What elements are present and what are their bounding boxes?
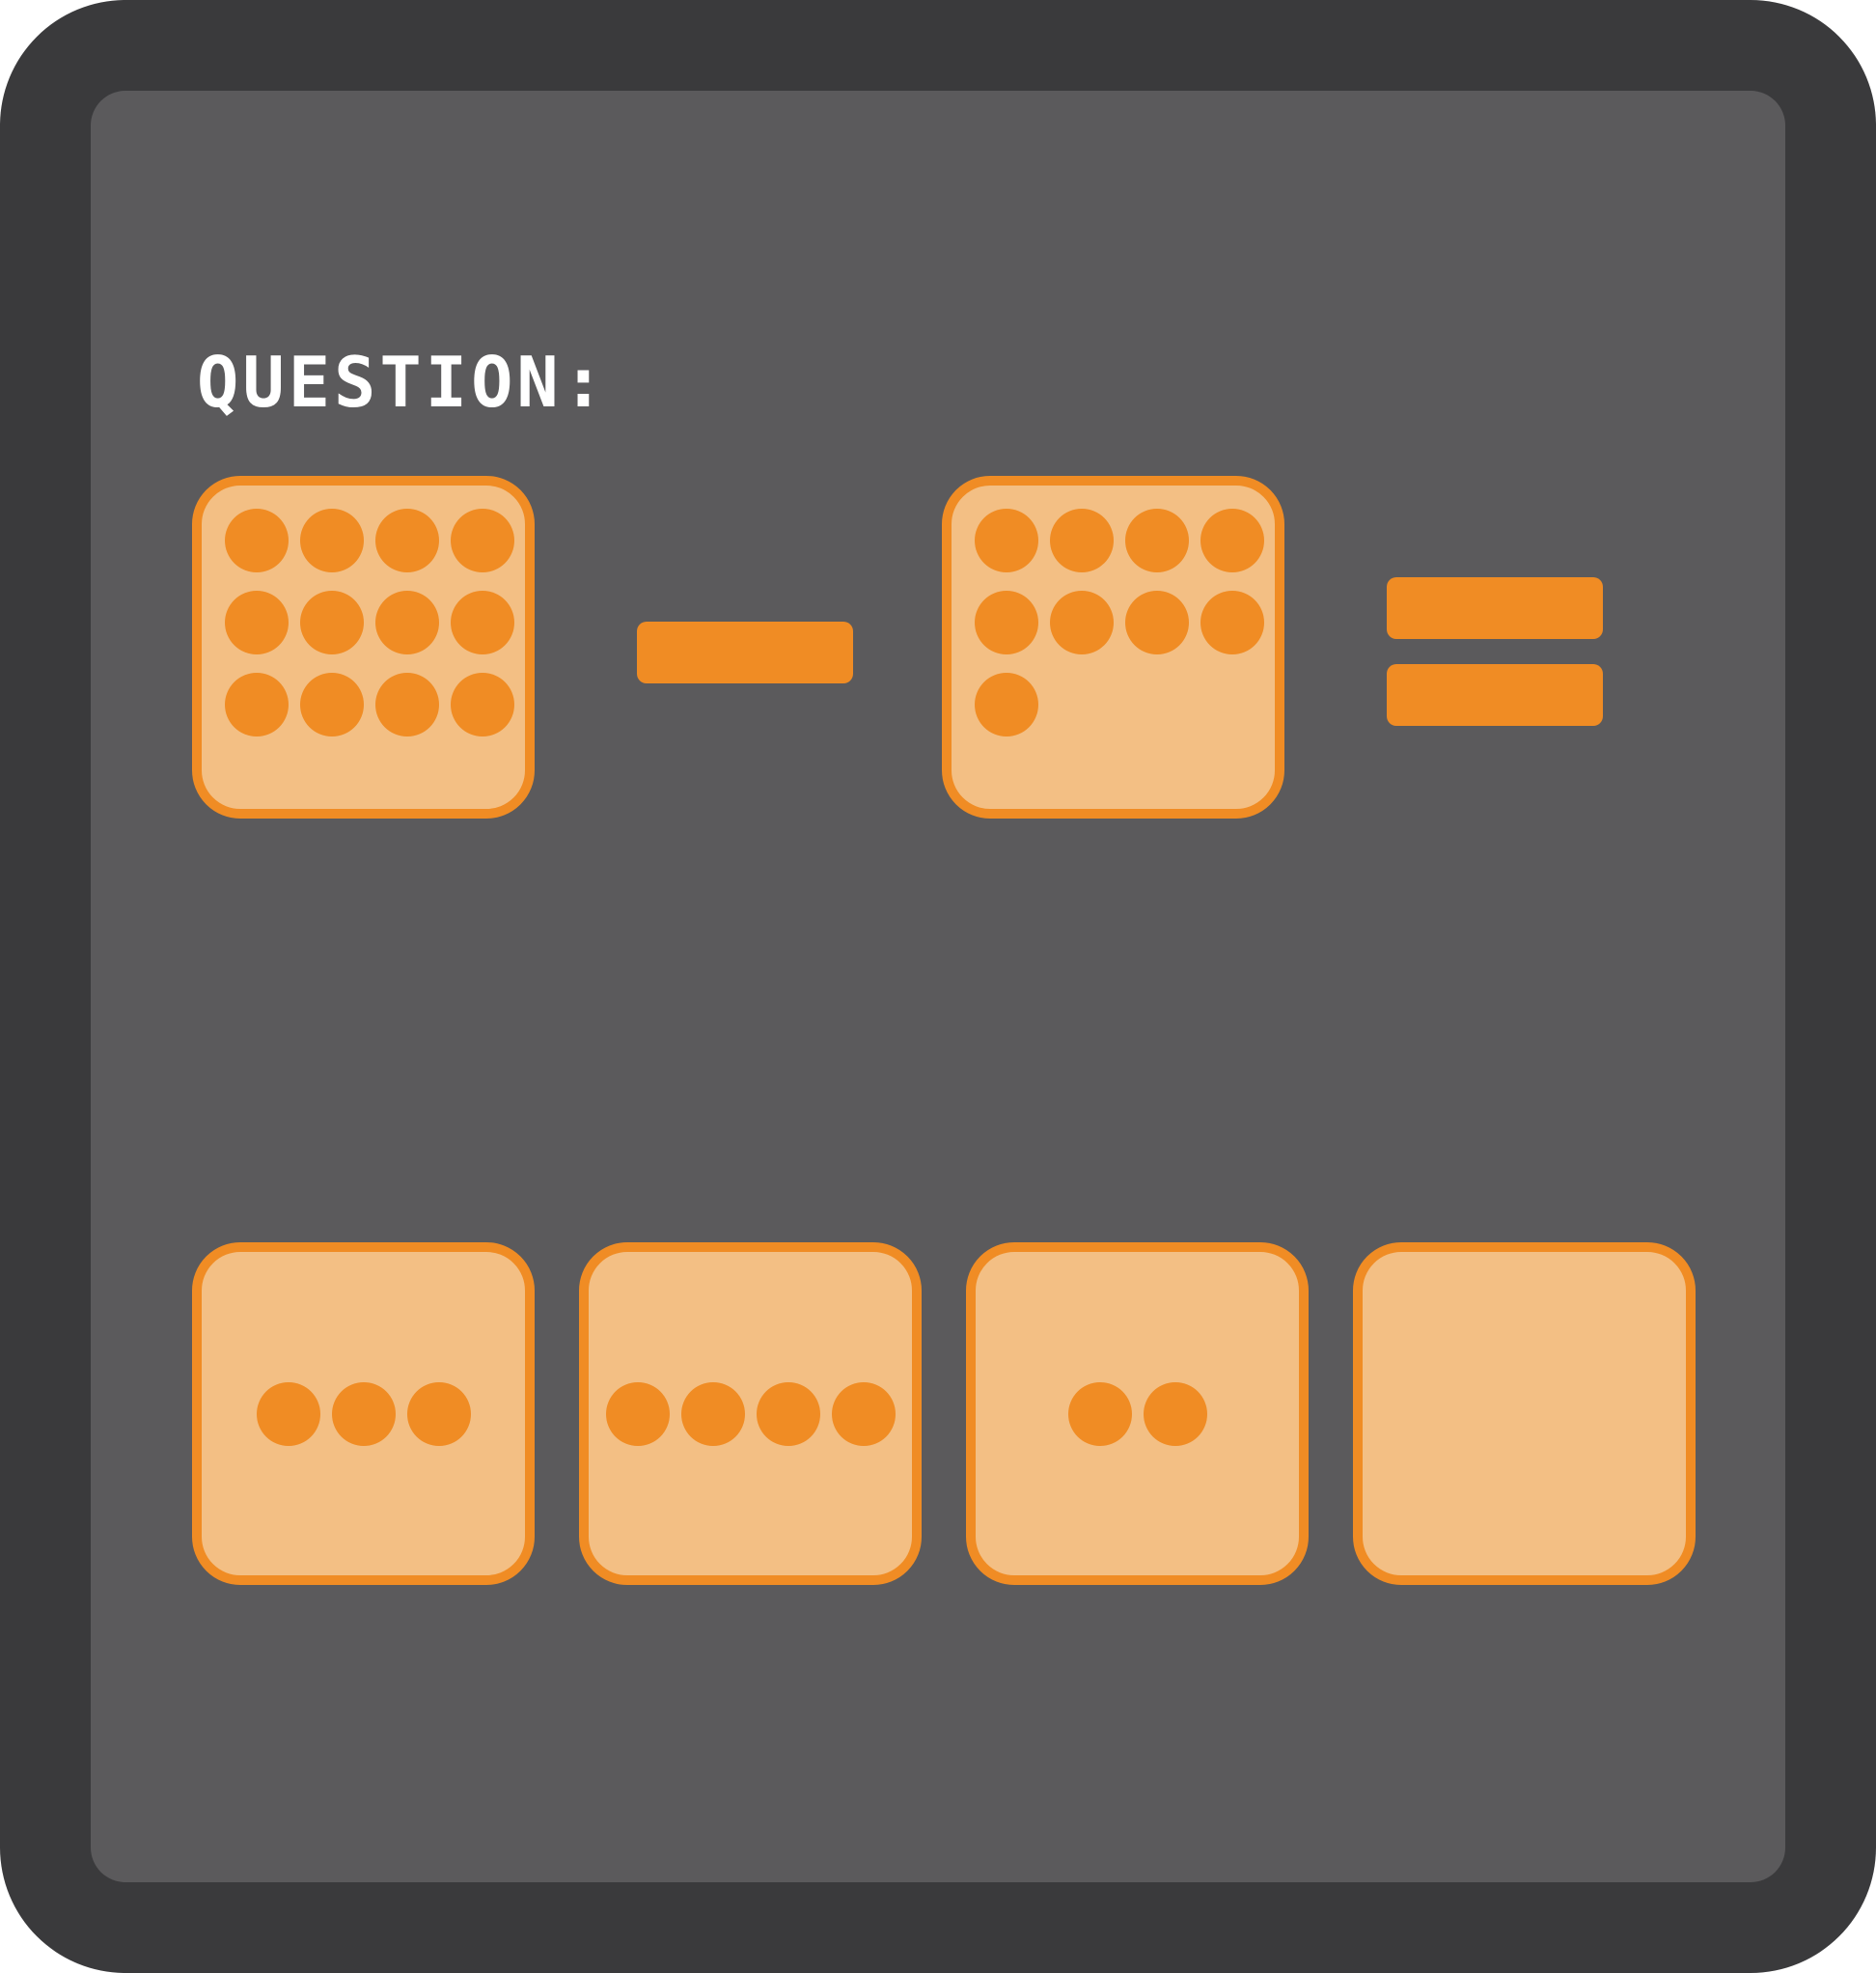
minus-sign [637,622,853,683]
subtrahend-dot [1125,509,1189,572]
option-dot [1143,1381,1207,1446]
option-dot [756,1381,820,1446]
minuend-dot [451,509,514,572]
question-title: QUESTION: [197,342,609,423]
minuend-dot [451,591,514,654]
minuend-dot [225,509,289,572]
subtrahend-dot [1200,509,1264,572]
subtrahend-dot [975,509,1038,572]
answer-option-2[interactable] [579,1242,922,1585]
subtrahend-dot [1050,591,1114,654]
equals-sign-bottom-bar [1387,664,1603,726]
minuend-dot [300,673,364,736]
option-dot [331,1381,396,1446]
minuend-dot [300,591,364,654]
equals-sign-top-bar [1387,577,1603,639]
subtrahend-dot [975,591,1038,654]
option-dot [1067,1381,1132,1446]
minuend-dot [375,673,439,736]
minuend-dot [225,591,289,654]
answer-option-1[interactable] [192,1242,535,1585]
minuend-dot [300,509,364,572]
option-dot [831,1381,896,1446]
subtrahend-card [942,476,1284,819]
answer-option-4[interactable] [1353,1242,1696,1585]
minuend-dot [375,509,439,572]
minuend-card [192,476,535,819]
subtrahend-dot [975,673,1038,736]
minuend-dot [375,591,439,654]
answer-option-3[interactable] [966,1242,1309,1585]
option-dot [406,1381,471,1446]
game-frame [0,0,1876,1973]
minuend-dot [225,673,289,736]
option-dot [605,1381,670,1446]
subtrahend-dot [1125,591,1189,654]
option-dot [256,1381,320,1446]
minuend-dot [451,673,514,736]
subtrahend-dot [1200,591,1264,654]
option-dot [680,1381,745,1446]
subtrahend-dot [1050,509,1114,572]
